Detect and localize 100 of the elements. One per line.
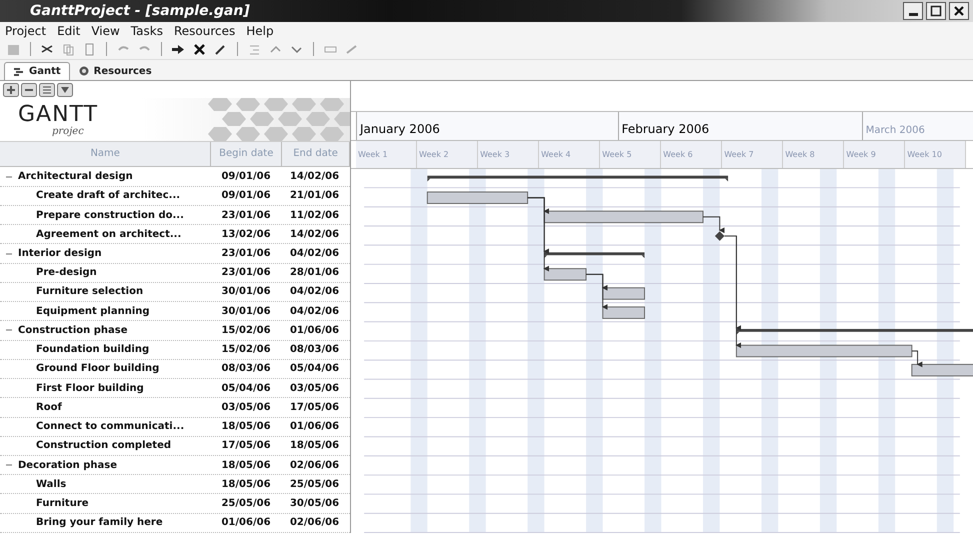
menu-item[interactable]: Project <box>4 24 48 38</box>
dependency-arrow <box>911 350 922 368</box>
end-date: 14/02/06 <box>288 228 340 240</box>
begin-date: 09/01/06 <box>220 171 272 182</box>
end-date: 02/06/06 <box>288 517 340 528</box>
week-label: Week 9 <box>844 141 906 168</box>
task-name[interactable]: Equipment planning <box>32 306 150 317</box>
window-title: GanttProject - [sample.gan] <box>30 3 250 19</box>
task-name[interactable]: Architectural design <box>14 171 133 182</box>
end-date: 01/06/06 <box>288 324 340 336</box>
maximize-icon <box>930 5 942 17</box>
week-label: Week 7 <box>722 141 784 168</box>
delete-icon[interactable] <box>192 42 207 56</box>
begin-date: 18/05/06 <box>220 460 272 471</box>
summary-bar[interactable] <box>427 176 728 182</box>
begin-date: 18/05/06 <box>220 421 272 432</box>
end-date: 02/06/06 <box>288 460 340 471</box>
zoom-in-icon[interactable] <box>3 82 19 97</box>
begin-date: 09/01/06 <box>220 190 272 202</box>
begin-date: 18/05/06 <box>220 478 272 490</box>
close-icon <box>953 5 965 17</box>
milestone-marker[interactable] <box>714 231 724 241</box>
end-date: 25/05/06 <box>288 478 340 490</box>
task-name[interactable]: Construction phase <box>14 324 128 336</box>
task-name[interactable]: Prepare construction do... <box>32 210 184 221</box>
task-name[interactable]: First Floor building <box>32 382 144 394</box>
grid-icon[interactable] <box>39 82 55 97</box>
end-date: 01/06/06 <box>288 421 340 432</box>
end-date: 21/01/06 <box>288 190 340 202</box>
begin-date: 30/01/06 <box>220 306 272 317</box>
task-name[interactable]: Furniture <box>32 498 89 510</box>
week-label: Week 3 <box>478 141 540 168</box>
menu-item[interactable]: Edit <box>56 24 82 38</box>
month-label: February 2006 <box>618 112 862 140</box>
end-date: 05/04/06 <box>288 363 340 374</box>
week-label: Week 4 <box>539 141 600 168</box>
end-date: 04/02/06 <box>288 248 340 260</box>
task-bar[interactable] <box>911 364 973 376</box>
begin-date: 08/03/06 <box>220 363 272 374</box>
end-date: 04/02/06 <box>288 306 340 317</box>
end-date: 08/03/06 <box>288 344 340 356</box>
month-label: January 2006 <box>356 112 618 140</box>
summary-bar[interactable] <box>544 252 645 258</box>
end-date: 28/01/06 <box>288 267 340 278</box>
gantt-icon <box>13 66 25 78</box>
tab[interactable]: Gantt <box>4 62 70 80</box>
minimize-icon <box>908 13 918 16</box>
task-name[interactable]: Agreement on architect... <box>32 228 182 240</box>
minimize-button[interactable] <box>903 2 923 20</box>
task-name[interactable]: Foundation building <box>32 344 150 356</box>
end-date: 18/05/06 <box>288 440 340 452</box>
week-label: Week 2 <box>417 141 478 168</box>
week-label: Week 6 <box>661 141 722 168</box>
begin-date: 03/05/06 <box>220 402 272 413</box>
begin-date: 01/06/06 <box>220 517 272 528</box>
task-name[interactable]: Ground Floor building <box>32 363 160 374</box>
task-name[interactable]: Decoration phase <box>14 460 117 471</box>
end-date: 04/02/06 <box>288 286 340 298</box>
task-name[interactable]: Walls <box>32 478 66 490</box>
menu-item[interactable]: Tasks <box>130 24 164 38</box>
summary-bar[interactable] <box>736 328 973 335</box>
task-name[interactable]: Bring your family here <box>32 517 163 528</box>
tab[interactable]: Resources <box>70 62 160 80</box>
begin-date: 25/05/06 <box>220 498 272 510</box>
week-label: Week 10 <box>905 141 966 168</box>
begin-date: 17/05/06 <box>220 440 272 452</box>
gear-icon <box>78 65 90 77</box>
menu-item[interactable]: View <box>90 24 121 38</box>
task-name[interactable]: Create draft of architec... <box>32 190 180 202</box>
task-name[interactable]: Furniture selection <box>32 286 144 298</box>
begin-date: 23/01/06 <box>220 267 272 278</box>
task-name[interactable]: Pre-design <box>32 267 97 278</box>
task-name[interactable]: Interior design <box>14 248 102 260</box>
maximize-button[interactable] <box>926 2 946 20</box>
end-date: 03/05/06 <box>288 382 340 394</box>
close-button[interactable] <box>949 2 969 20</box>
end-date: 30/05/06 <box>288 498 340 510</box>
task-bar[interactable] <box>544 268 587 281</box>
begin-date: 23/01/06 <box>220 248 272 260</box>
task-bar[interactable] <box>426 192 528 204</box>
end-date: 11/02/06 <box>288 210 340 221</box>
begin-date: 23/01/06 <box>220 210 272 221</box>
begin-date: 15/02/06 <box>220 324 272 336</box>
task-name[interactable]: Connect to communicati... <box>32 421 184 432</box>
task-bar[interactable] <box>544 210 704 224</box>
logo-subtitle: projec <box>51 126 85 138</box>
filter-icon[interactable] <box>57 82 73 97</box>
task-bar[interactable] <box>736 344 912 358</box>
task-name[interactable]: Roof <box>32 402 62 413</box>
begin-date: 05/04/06 <box>220 382 272 394</box>
logo-title: GANTT <box>18 104 98 126</box>
end-date: 14/02/06 <box>288 171 340 182</box>
task-bar[interactable] <box>602 306 645 319</box>
zoom-out-icon[interactable] <box>21 82 37 97</box>
task-bar[interactable] <box>602 287 645 300</box>
month-label: March 2006 <box>862 112 973 140</box>
begin-date: 15/02/06 <box>220 344 272 356</box>
task-name[interactable]: Construction completed <box>32 440 172 452</box>
menu-item[interactable]: Resources <box>172 24 236 38</box>
menu-item[interactable]: Help <box>245 24 275 38</box>
